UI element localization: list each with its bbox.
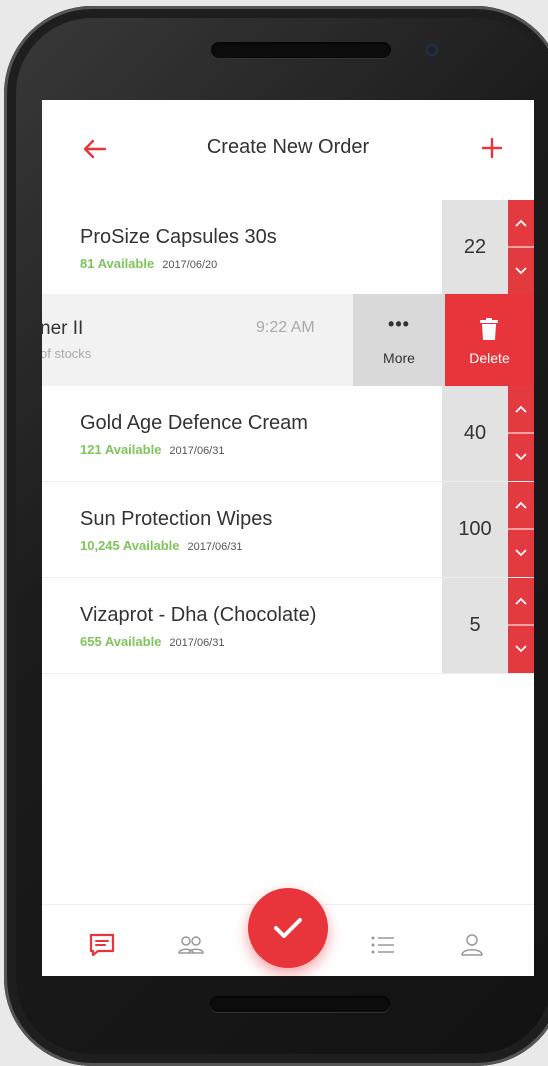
- chevron-up-icon: [515, 219, 527, 227]
- ellipsis-icon: •••: [388, 314, 410, 334]
- delete-button[interactable]: Delete: [445, 294, 534, 386]
- quantity-stepper: [508, 482, 534, 577]
- swiped-row-subtitle: of stocks: [42, 346, 92, 361]
- product-name: Vizaprot - Dha (Chocolate): [80, 604, 317, 626]
- decrement-button[interactable]: [508, 530, 534, 576]
- more-label: More: [383, 350, 415, 366]
- product-row[interactable]: Gold Age Defence Cream 121 Available 2017…: [42, 386, 534, 482]
- decrement-button[interactable]: [508, 248, 534, 294]
- product-name: Gold Age Defence Cream: [80, 412, 308, 434]
- top-speaker: [211, 42, 391, 58]
- checkmark-icon: [274, 918, 302, 938]
- available-count: 121 Available: [80, 442, 162, 457]
- quantity-value[interactable]: 40: [442, 386, 508, 481]
- group-icon[interactable]: [177, 933, 205, 957]
- app-header: Create New Order: [42, 100, 534, 201]
- quantity-stepper: [508, 386, 534, 481]
- product-date: 2017/06/31: [169, 445, 225, 457]
- product-availability: 10,245 Available 2017/06/31: [80, 538, 243, 553]
- product-row[interactable]: Vizaprot - Dha (Chocolate) 655 Available…: [42, 578, 534, 674]
- front-camera: [426, 44, 438, 56]
- quantity-value[interactable]: 5: [442, 578, 508, 673]
- decrement-button[interactable]: [508, 434, 534, 480]
- increment-button[interactable]: [508, 386, 534, 432]
- swiped-row-time: 9:22 AM: [256, 319, 315, 336]
- available-count: 81 Available: [80, 256, 155, 271]
- delete-label: Delete: [469, 350, 510, 366]
- chevron-up-icon: [515, 501, 527, 509]
- increment-button[interactable]: [508, 482, 534, 528]
- person-icon[interactable]: [458, 933, 486, 957]
- product-date: 2017/06/31: [187, 541, 243, 553]
- product-availability: 121 Available 2017/06/31: [80, 442, 224, 457]
- chevron-down-icon: [515, 645, 527, 653]
- decrement-button[interactable]: [508, 626, 534, 672]
- product-availability: 655 Available 2017/06/31: [80, 634, 224, 649]
- quantity-value[interactable]: 100: [442, 482, 508, 577]
- product-availability: 81 Available 2017/06/20: [80, 256, 217, 271]
- app-screen: Create New Order ProSize Capsules 30s 81…: [42, 100, 534, 976]
- available-count: 655 Available: [80, 634, 162, 649]
- more-button[interactable]: ••• More: [353, 294, 445, 386]
- product-row[interactable]: ProSize Capsules 30s 81 Available 2017/06…: [42, 200, 534, 296]
- phone-frame: Create New Order ProSize Capsules 30s 81…: [4, 6, 548, 1066]
- page-title: Create New Order: [206, 136, 370, 158]
- available-count: 10,245 Available: [80, 538, 180, 553]
- product-name: Sun Protection Wipes: [80, 508, 273, 530]
- product-date: 2017/06/31: [169, 637, 225, 649]
- chat-icon[interactable]: [88, 933, 116, 957]
- increment-button[interactable]: [508, 578, 534, 624]
- trash-icon: [480, 318, 498, 340]
- list-icon[interactable]: [369, 933, 397, 957]
- chevron-down-icon: [515, 267, 527, 275]
- product-name: ProSize Capsules 30s: [80, 226, 277, 248]
- product-date: 2017/06/20: [162, 259, 218, 271]
- quantity-value[interactable]: 22: [442, 200, 508, 295]
- chevron-down-icon: [515, 453, 527, 461]
- quantity-stepper: [508, 578, 534, 673]
- chevron-up-icon: [515, 597, 527, 605]
- plus-icon[interactable]: [480, 136, 504, 160]
- bottom-speaker: [210, 996, 390, 1012]
- chevron-up-icon: [515, 405, 527, 413]
- increment-button[interactable]: [508, 200, 534, 246]
- chevron-down-icon: [515, 549, 527, 557]
- swiped-order-row[interactable]: ner II of stocks 9:22 AM ••• More Delete: [42, 294, 534, 386]
- product-row[interactable]: Sun Protection Wipes 10,245 Available 201…: [42, 482, 534, 578]
- swiped-row-name: ner II: [42, 318, 84, 339]
- confirm-order-button[interactable]: [248, 888, 328, 968]
- quantity-stepper: [508, 200, 534, 295]
